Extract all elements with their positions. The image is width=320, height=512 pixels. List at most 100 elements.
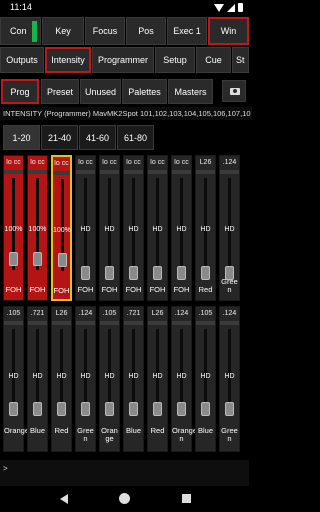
main-toolbar: Con Key Focus Pos Exec 1 Win	[0, 16, 249, 46]
fader-value: HD	[224, 226, 235, 233]
fader-strip-bottom-1[interactable]: .105 HD Orange	[3, 306, 30, 452]
fader-group: Blue	[197, 426, 213, 435]
fader-group-cont: n	[83, 434, 88, 443]
fader-knob[interactable]	[33, 252, 42, 266]
toolbar-exec1-label: Exec 1	[173, 26, 201, 36]
command-input[interactable]: >	[0, 460, 249, 486]
fader-knob[interactable]	[57, 402, 66, 416]
fader-strip-bottom-8[interactable]: .124 HD Orange n	[171, 306, 197, 452]
toolbar-focus-button[interactable]: Focus	[85, 17, 125, 45]
recent-apps-icon[interactable]	[182, 494, 191, 503]
tab-outputs[interactable]: Outputs	[0, 47, 44, 73]
fader-divider	[28, 170, 47, 174]
range-tab-1-20[interactable]: 1-20	[3, 125, 40, 150]
fader-strip-bottom-2[interactable]: .721 HD Blue	[27, 306, 48, 452]
fader-label: .105	[198, 310, 213, 317]
fader-strip-bottom-5[interactable]: .105 HD Oran ge	[99, 306, 120, 452]
fader-value: HD	[128, 373, 139, 380]
fader-strip-bottom-9[interactable]: .105 HD Blue	[195, 306, 216, 452]
fader-knob[interactable]	[9, 252, 18, 266]
fader-knob[interactable]	[129, 402, 138, 416]
tab-programmer[interactable]: Programmer	[92, 47, 154, 73]
fader-knob[interactable]	[225, 402, 234, 416]
fader-label: .721	[30, 310, 45, 317]
tab-st[interactable]: St	[232, 47, 249, 73]
view-masters-button[interactable]: Masters	[168, 79, 213, 104]
range-tab-41-60[interactable]: 41-60	[79, 125, 116, 150]
fader-strip-top-8[interactable]: lo cc HD FOH	[171, 155, 192, 301]
fader-divider	[172, 170, 191, 174]
fader-value: HD	[56, 373, 67, 380]
range-tab-21-40[interactable]: 21-40	[41, 125, 78, 150]
toolbar-win-button[interactable]: Win	[208, 17, 249, 45]
battery-icon	[238, 3, 243, 12]
fader-knob[interactable]	[105, 402, 114, 416]
camera-button[interactable]	[222, 80, 246, 102]
fader-value: HD	[152, 226, 163, 233]
fader-strip-top-6[interactable]: lo cc HD FOH	[123, 155, 144, 301]
fader-divider	[76, 170, 95, 174]
fader-strip-bottom-4[interactable]: .124 HD Gree n	[75, 306, 96, 452]
fader-knob[interactable]	[81, 402, 90, 416]
fader-divider	[100, 170, 119, 174]
fader-group-cont: n	[227, 285, 232, 294]
fader-value: HD	[80, 373, 91, 380]
fader-group: FOH	[77, 285, 94, 294]
fader-strip-top-10[interactable]: .124 HD Gree n	[219, 155, 240, 301]
fader-group: FOH	[149, 285, 166, 294]
toolbar-key-button[interactable]: Key	[42, 17, 84, 45]
fader-strip-bottom-6[interactable]: .721 HD Blue	[123, 306, 144, 452]
tab-intensity[interactable]: Intensity	[45, 47, 91, 73]
fader-knob[interactable]	[58, 253, 67, 267]
home-icon[interactable]	[119, 493, 130, 504]
fader-strip-top-7[interactable]: lo cc HD FOH	[147, 155, 168, 301]
fader-strip-top-5[interactable]: lo cc HD FOH	[99, 155, 120, 301]
tab-intensity-label: Intensity	[51, 55, 85, 65]
view-palettes-button[interactable]: Palettes	[122, 79, 167, 104]
fader-label: lo cc	[54, 160, 69, 167]
fader-label: lo cc	[126, 159, 141, 166]
view-unused-button[interactable]: Unused	[80, 79, 121, 104]
view-prog-button[interactable]: Prog	[1, 79, 39, 104]
toolbar-key-label: Key	[55, 26, 71, 36]
view-preset-button[interactable]: Preset	[41, 79, 79, 104]
fader-knob[interactable]	[81, 266, 90, 280]
fader-knob[interactable]	[153, 266, 162, 280]
fader-strip-top-2[interactable]: lo cc 100% FOH	[27, 155, 48, 301]
tab-programmer-label: Programmer	[97, 55, 148, 65]
fader-knob[interactable]	[177, 266, 186, 280]
fader-group: Red	[198, 285, 213, 294]
fader-knob[interactable]	[105, 266, 114, 280]
fader-track	[108, 178, 111, 270]
fader-value: 100%	[53, 227, 71, 234]
fader-divider	[4, 170, 23, 174]
fader-strip-top-4[interactable]: lo cc HD FOH	[75, 155, 96, 301]
fader-divider	[148, 321, 167, 325]
fader-strip-top-3[interactable]: lo cc 100% FOH	[51, 155, 72, 301]
fader-strip-top-9[interactable]: L26 HD Red	[195, 155, 216, 301]
toolbar-pos-button[interactable]: Pos	[126, 17, 166, 45]
fader-track	[204, 178, 207, 270]
fader-knob[interactable]	[153, 402, 162, 416]
fader-knob[interactable]	[201, 402, 210, 416]
status-bar: 11:14	[0, 0, 249, 16]
toolbar-exec1-button[interactable]: Exec 1	[167, 17, 207, 45]
fader-label: .124	[78, 310, 93, 317]
fader-knob[interactable]	[201, 266, 210, 280]
fader-knob[interactable]	[9, 402, 18, 416]
fader-strip-bottom-7[interactable]: L26 HD Red	[147, 306, 168, 452]
fader-strip-bottom-10[interactable]: .124 HD Gree n	[219, 306, 240, 452]
fader-knob[interactable]	[177, 402, 186, 416]
fader-knob[interactable]	[129, 266, 138, 280]
back-icon[interactable]	[60, 494, 68, 504]
fader-strip-bottom-3[interactable]: L26 HD Red	[51, 306, 72, 452]
fader-value: HD	[200, 226, 211, 233]
range-tab-61-80[interactable]: 61-80	[117, 125, 154, 150]
tab-setup[interactable]: Setup	[155, 47, 195, 73]
tab-cue[interactable]: Cue	[196, 47, 231, 73]
fader-group-cont: n	[179, 434, 184, 443]
fader-knob[interactable]	[33, 402, 42, 416]
fader-strip-top-1[interactable]: lo cc 100% FOH	[3, 155, 24, 301]
fader-group: Orange	[4, 426, 30, 435]
view-preset-label: Preset	[46, 86, 73, 97]
